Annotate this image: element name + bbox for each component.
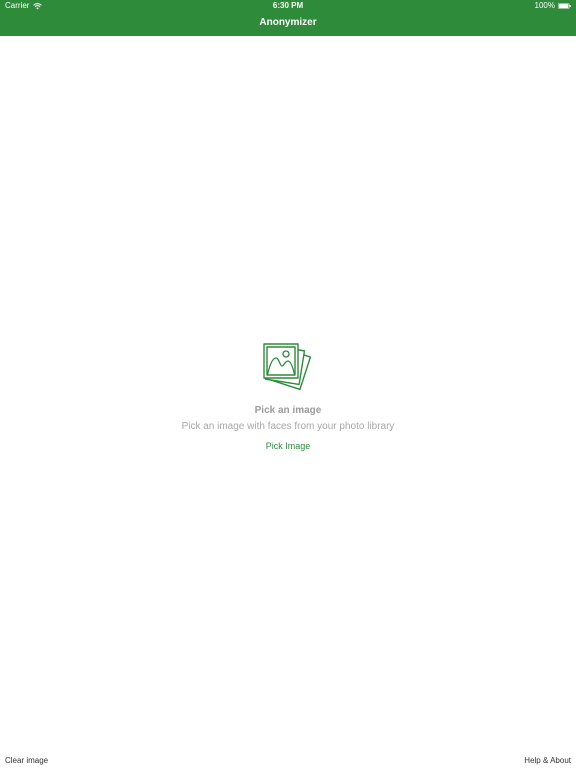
app-screen: Carrier 6:30 PM 100% Anonymizer Pick an … (0, 0, 576, 768)
top-bar: Carrier 6:30 PM 100% Anonymizer (0, 0, 576, 36)
status-right: 100% (535, 0, 571, 12)
battery-percent: 100% (534, 1, 555, 10)
status-bar: Carrier 6:30 PM 100% (0, 0, 576, 12)
photos-icon (263, 343, 312, 391)
clear-image-button[interactable]: Clear image (5, 754, 48, 768)
pick-image-button[interactable]: Pick Image (266, 439, 311, 453)
status-time: 6:30 PM (272, 1, 304, 10)
battery-icon (558, 3, 571, 9)
nav-title: Anonymizer (259, 17, 317, 28)
empty-title: Pick an image (254, 405, 322, 416)
empty-subtitle: Pick an image with faces from your photo… (181, 421, 395, 432)
empty-state: Pick an image Pick an image with faces f… (0, 342, 576, 454)
bottom-toolbar: Clear image Help & About (0, 754, 576, 768)
help-about-button[interactable]: Help & About (524, 754, 571, 768)
